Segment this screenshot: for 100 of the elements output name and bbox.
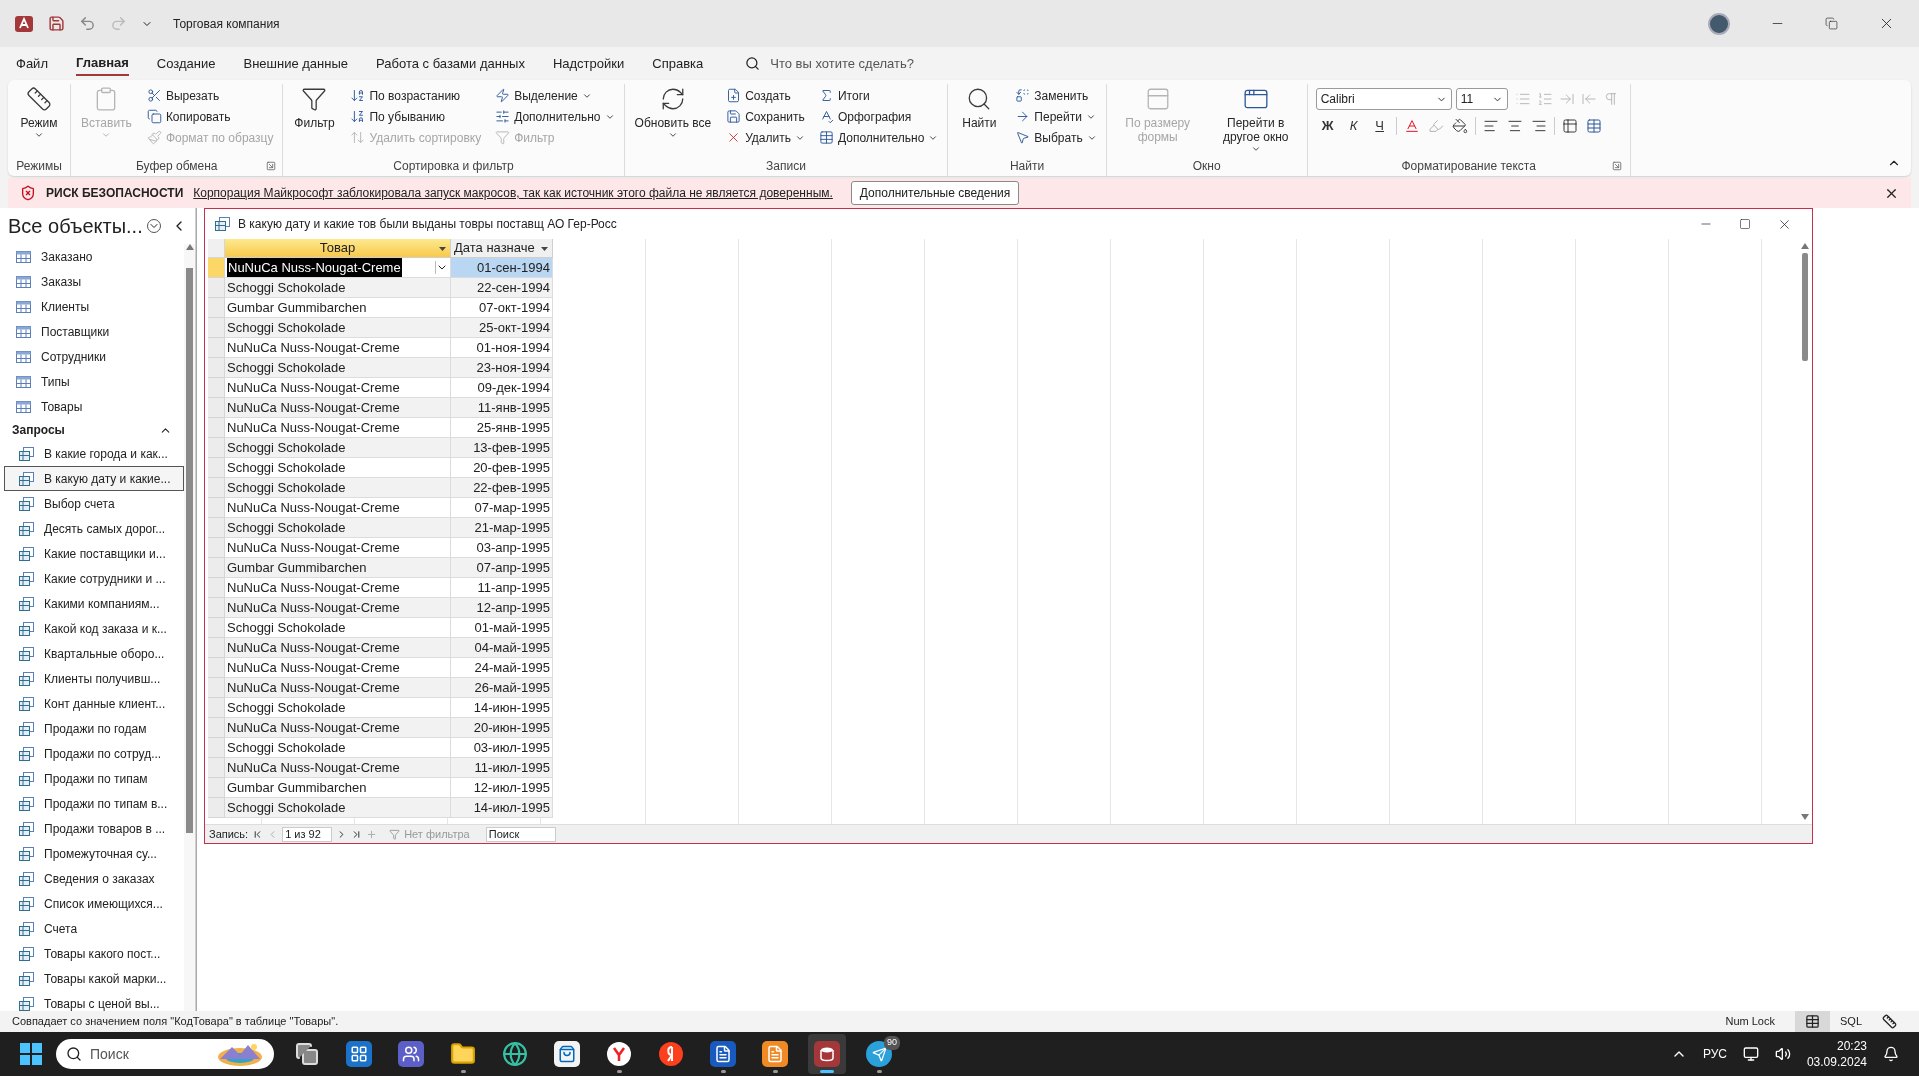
ribbon-button[interactable]: По убыванию xyxy=(347,106,485,127)
volume-icon[interactable] xyxy=(1774,1046,1791,1062)
ribbon-button[interactable]: Создать xyxy=(723,85,808,106)
scroll-up-icon[interactable] xyxy=(1801,243,1809,249)
scroll-down-icon[interactable] xyxy=(1801,814,1809,820)
nav-item[interactable]: Список имеющихся... xyxy=(4,891,184,916)
nav-item[interactable]: Заказано xyxy=(0,244,184,269)
ribbon-button[interactable]: Вырезать xyxy=(143,85,277,106)
nav-item[interactable]: Какие поставщики и... xyxy=(4,541,184,566)
ribbon-button[interactable]: Перейти в другое окно xyxy=(1210,84,1301,158)
ribbon-button[interactable]: Перейти xyxy=(1012,106,1100,127)
nav-item[interactable]: Какие сотрудники и ... xyxy=(4,566,184,591)
taskbar-button[interactable] xyxy=(808,1034,846,1074)
record-position-field[interactable]: 1 из 92 xyxy=(282,826,333,842)
ribbon-button[interactable]: По возрастанию xyxy=(347,85,485,106)
nav-item[interactable]: Клиенты xyxy=(0,294,184,319)
ribbon-button[interactable]: Заменить xyxy=(1012,85,1100,106)
ribbon-button[interactable]: Копировать xyxy=(143,106,277,127)
menu-tab[interactable]: Внешние данные xyxy=(243,51,349,76)
ribbon-button[interactable]: Удалить xyxy=(723,127,808,148)
nav-item[interactable]: Товары какой марки... xyxy=(4,966,184,991)
nav-item[interactable]: Товары с ценой вы... xyxy=(4,991,184,1011)
menu-tab[interactable]: Работа с базами данных xyxy=(376,51,525,76)
ribbon-button[interactable]: Фильтр xyxy=(289,84,340,158)
menu-tab[interactable]: Создание xyxy=(156,51,216,76)
font-size-dropdown[interactable]: 11 xyxy=(1455,88,1508,110)
ruler-icon xyxy=(26,86,52,112)
caret-icon xyxy=(667,130,678,140)
launcher-icon[interactable] xyxy=(266,161,277,171)
nav-item[interactable]: Продажи по годам xyxy=(4,716,184,741)
column-header[interactable]: Товар xyxy=(225,239,451,258)
save-icon[interactable] xyxy=(48,15,65,32)
nav-item[interactable]: Сведения о заказах xyxy=(4,866,184,891)
maximize-icon[interactable] xyxy=(1739,218,1751,230)
notification-icon[interactable] xyxy=(1883,1046,1899,1062)
nav-item[interactable]: Продажи по типам xyxy=(4,766,184,791)
table-cell: Schoggi Schokolade xyxy=(225,478,451,498)
menu-tab[interactable]: Главная xyxy=(75,51,129,76)
search-field[interactable]: Поиск xyxy=(485,826,556,842)
scrollbar-thumb[interactable] xyxy=(186,268,193,833)
network-icon[interactable] xyxy=(1742,1046,1759,1062)
nav-item[interactable]: Типы xyxy=(0,369,184,394)
scroll-up-icon[interactable] xyxy=(185,244,194,250)
ribbon-button[interactable]: Дополнительно xyxy=(492,106,618,127)
ribbon-button[interactable]: Дополнительно xyxy=(815,127,942,148)
menu-tab[interactable]: Файл xyxy=(16,51,48,76)
nav-item[interactable]: В какие города и как... xyxy=(4,441,184,466)
details-button[interactable]: Дополнительные сведения xyxy=(850,181,1020,205)
table-cell: NuNuCa Nuss-Nougat-Creme xyxy=(225,678,451,698)
ribbon-button[interactable]: Режим xyxy=(14,84,64,158)
style-button[interactable]: Ч xyxy=(1367,114,1392,138)
scrollbar-thumb[interactable] xyxy=(1802,253,1808,361)
taskbar-button[interactable]: 90 xyxy=(860,1034,898,1074)
font-dropdown[interactable]: Calibri xyxy=(1315,88,1452,110)
nav-item[interactable]: Сотрудники xyxy=(0,344,184,369)
menu-tab[interactable]: Справка xyxy=(652,51,704,76)
table-cell: Schoggi Schokolade xyxy=(225,438,451,458)
nav-item[interactable]: Конт данные клиент... xyxy=(4,691,184,716)
ribbon-button[interactable]: Итоги xyxy=(815,85,942,106)
taskbar-search-field[interactable]: Поиск xyxy=(90,1043,200,1065)
sql-view-button[interactable]: SQL xyxy=(1830,1011,1872,1032)
taskbar-search[interactable]: Поиск xyxy=(56,1039,274,1069)
column-header[interactable]: Дата назначе xyxy=(451,239,553,258)
combo-arrow-icon[interactable] xyxy=(435,261,448,274)
security-message[interactable]: Корпорация Майкрософт заблокировала запуск макросов, так как источник этого файла не является доверенным. xyxy=(193,184,833,202)
nav-item[interactable]: Продажи по сотруд... xyxy=(4,741,184,766)
style-button[interactable]: К xyxy=(1341,114,1366,138)
ribbon-button[interactable]: Найти xyxy=(954,84,1005,158)
tell-me-field[interactable]: Что вы хотите сделать? xyxy=(770,53,991,74)
nav-item[interactable]: Какой код заказа и к... xyxy=(4,616,184,641)
nav-item[interactable]: Десять самых дорог... xyxy=(4,516,184,541)
nav-item[interactable]: Счета xyxy=(4,916,184,941)
undo-icon[interactable] xyxy=(79,15,96,32)
style-button[interactable]: Ж xyxy=(1315,114,1340,138)
nav-item[interactable]: Заказы xyxy=(0,269,184,294)
ribbon-button[interactable]: Обновить все xyxy=(630,84,716,158)
group-header[interactable]: Запросы xyxy=(0,419,184,441)
language-indicator[interactable]: РУС xyxy=(1702,1045,1727,1063)
nav-item[interactable]: Продажи товаров в ... xyxy=(4,816,184,841)
nav-item[interactable]: Продажи по типам в... xyxy=(4,791,184,816)
nav-item[interactable]: Товары какого пост... xyxy=(4,941,184,966)
nav-item[interactable]: Выбор счета xyxy=(4,491,184,516)
nav-item[interactable]: Какими компаниям... xyxy=(4,591,184,616)
datasheet-view-button[interactable] xyxy=(1795,1011,1830,1032)
ribbon-button[interactable]: Выделение xyxy=(492,85,618,106)
nav-item[interactable]: Товары xyxy=(0,394,184,419)
nav-item[interactable]: Промежуточная су... xyxy=(4,841,184,866)
ribbon-button[interactable]: Сохранить xyxy=(723,106,808,127)
menu-tab[interactable]: Надстройки xyxy=(552,51,625,76)
globe-icon xyxy=(502,1041,528,1067)
table-cell: NuNuCa Nuss-Nougat-Creme xyxy=(225,498,451,518)
ribbon-button[interactable]: Выбрать xyxy=(1012,127,1100,148)
launcher-icon[interactable] xyxy=(1611,161,1622,171)
restore-icon[interactable] xyxy=(1825,17,1838,30)
nav-item[interactable]: Клиенты получивш... xyxy=(4,666,184,691)
ribbon-button[interactable]: Орфография xyxy=(815,106,942,127)
nav-item[interactable]: Поставщики xyxy=(0,319,184,344)
nav-item[interactable]: Квартальные оборо... xyxy=(4,641,184,666)
start-icon[interactable] xyxy=(20,1043,42,1065)
nav-item[interactable]: В какую дату и какие... xyxy=(4,466,184,491)
